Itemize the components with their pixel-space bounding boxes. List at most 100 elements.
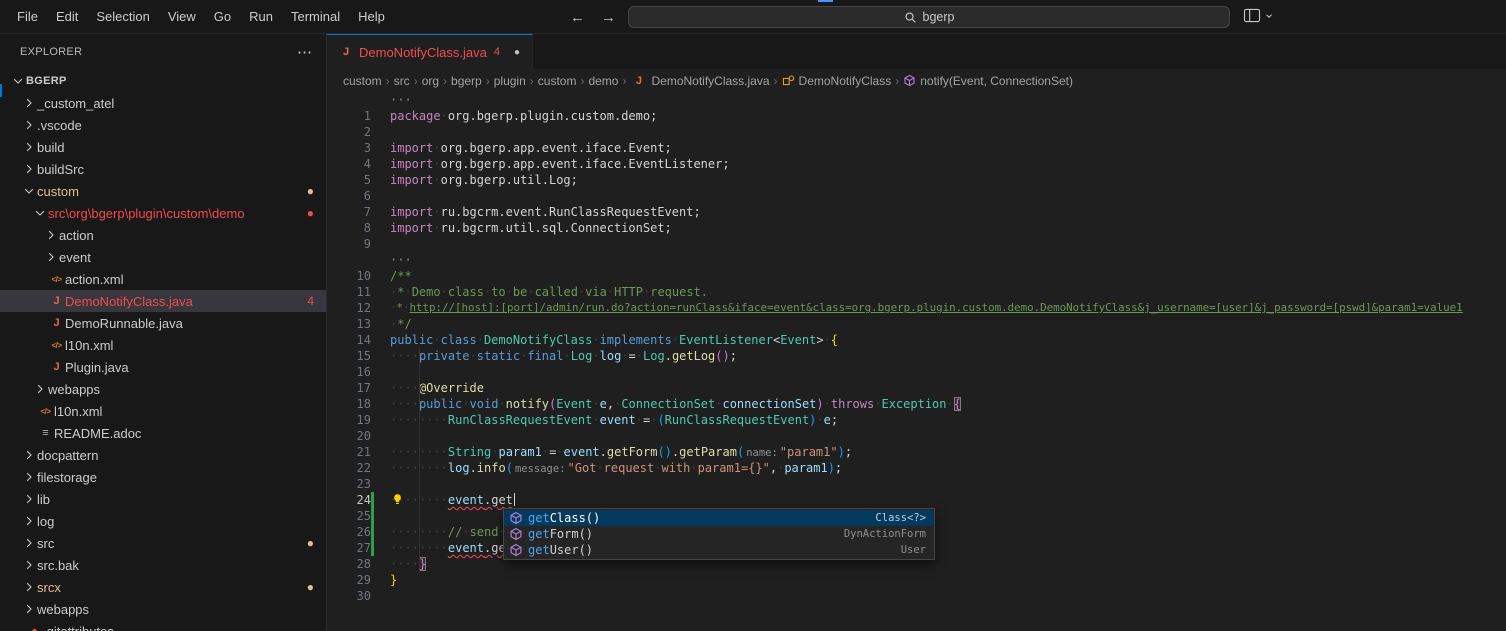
breadcrumb-item-custom[interactable]: custom [538,74,577,88]
code-line-20[interactable]: 20 [327,428,1506,444]
code-line-12[interactable]: 12·*·http://[host]:[port]/admin/run.do?a… [327,300,1506,316]
tree-item-event[interactable]: event [0,246,326,268]
tree-item-demonotifyclass-java[interactable]: JDemoNotifyClass.java4 [0,290,326,312]
code-line-9[interactable]: 9 [327,236,1506,252]
gutter-decoration [371,124,390,140]
modified-indicator[interactable]: ● [514,47,520,58]
tree-item-gitattributes[interactable]: ◆.gitattributes [0,620,326,631]
tree-item-l10n-xml[interactable]: </>l10n.xml [0,400,326,422]
code-line-1[interactable]: 1package·org.bgerp.plugin.custom.demo; [327,108,1506,124]
code-line-4[interactable]: 4import·org.bgerp.app.event.iface.EventL… [327,156,1506,172]
java-file-icon: J [630,75,647,87]
breadcrumb-item-bgerp[interactable]: bgerp [451,74,482,88]
code-editor[interactable]: ···1package·org.bgerp.plugin.custom.demo… [327,92,1506,604]
tree-item-filestorage[interactable]: filestorage [0,466,326,488]
tree-item-log[interactable]: log [0,510,326,532]
code-line-3[interactable]: 3import·org.bgerp.app.event.iface.Event; [327,140,1506,156]
code-line-10[interactable]: 10/** [327,268,1506,284]
breadcrumb-item-plugin[interactable]: plugin [494,74,526,88]
tree-item-bgerp[interactable]: BGERP [0,70,326,92]
tree-item-label: custom [37,184,79,199]
forward-button[interactable]: → [601,9,616,26]
code-line-23[interactable]: 23 [327,476,1506,492]
code-line-fold[interactable]: ··· [327,92,1506,108]
breadcrumb-item-custom[interactable]: custom [343,74,382,88]
tree-item-buildsrc[interactable]: buildSrc [0,158,326,180]
editor-tab[interactable]: JDemoNotifyClass.java4● [327,34,533,69]
breadcrumb-item-demonotifyclass[interactable]: DemoNotifyClass [782,74,892,88]
menu-view[interactable]: View [159,6,205,28]
code-text: ·*·Demo·class·to·be·called·via·HTTP·requ… [390,284,708,300]
menu-selection[interactable]: Selection [87,6,158,28]
chevron-right-icon [21,469,37,485]
tree-item-readme-adoc[interactable]: ≡README.adoc [0,422,326,444]
breadcrumb-item-demonotifyclass-java[interactable]: JDemoNotifyClass.java [630,74,769,88]
breadcrumb-label: custom [538,74,577,88]
code-text: ····} [390,556,426,572]
code-line-5[interactable]: 5import·org.bgerp.util.Log; [327,172,1506,188]
code-text: package·org.bgerp.plugin.custom.demo; [390,108,657,124]
breadcrumb-item-demo[interactable]: demo [588,74,618,88]
suggest-item-getform[interactable]: getForm()DynActionForm [504,526,934,542]
gutter-decoration [371,284,390,300]
breadcrumb-item-src[interactable]: src [394,74,410,88]
gutter-decoration [371,428,390,444]
tree-item-action[interactable]: action [0,224,326,246]
editor-area: JDemoNotifyClass.java4● custom›src›org›b… [327,34,1506,631]
breadcrumb-separator: › [580,74,584,88]
gutter-decoration [371,364,390,380]
lightbulb-icon[interactable] [391,493,404,510]
method-symbol-icon [509,543,528,557]
code-line-14[interactable]: 14public·class·DemoNotifyClass·implement… [327,332,1506,348]
tree-item-webapps[interactable]: webapps [0,598,326,620]
code-line-17[interactable]: 17····@Override [327,380,1506,396]
tree-item-src-org-bgerp-plugin-custom-demo[interactable]: src\org\bgerp\plugin\custom\demo● [0,202,326,224]
tree-item-webapps[interactable]: webapps [0,378,326,400]
tree-item-demorunnable-java[interactable]: JDemoRunnable.java [0,312,326,334]
code-line-18[interactable]: 18····public·void·notify(Event·e,·Connec… [327,396,1506,412]
menu-file[interactable]: File [8,6,47,28]
tree-item-custom[interactable]: custom● [0,180,326,202]
code-line-fold[interactable]: ··· [327,252,1506,268]
tree-item-build[interactable]: build [0,136,326,158]
tree-item-action-xml[interactable]: </>action.xml [0,268,326,290]
code-line-2[interactable]: 2 [327,124,1506,140]
tree-item-vscode[interactable]: .vscode [0,114,326,136]
menu-help[interactable]: Help [349,6,394,28]
code-line-7[interactable]: 7import·ru.bgcrm.event.RunClassRequestEv… [327,204,1506,220]
tree-item-l10n-xml[interactable]: </>l10n.xml [0,334,326,356]
code-line-8[interactable]: 8import·ru.bgcrm.util.sql.ConnectionSet; [327,220,1506,236]
tree-item-lib[interactable]: lib [0,488,326,510]
tree-item-label: .vscode [37,118,82,133]
code-line-24[interactable]: 24········event.get [327,492,1506,508]
menu-terminal[interactable]: Terminal [282,6,349,28]
command-center-search[interactable]: bgerp [628,6,1230,28]
tree-item-custom-atel[interactable]: _custom_atel [0,92,326,114]
line-number: 2 [327,124,371,140]
explorer-more-actions-button[interactable]: ⋯ [297,43,312,61]
code-line-21[interactable]: 21········String·param1·=·event.getForm(… [327,444,1506,460]
code-line-22[interactable]: 22········log.info(message:"Got·request·… [327,460,1506,476]
menu-run[interactable]: Run [240,6,282,28]
code-line-15[interactable]: 15····private·static·final·Log·log·=·Log… [327,348,1506,364]
code-line-6[interactable]: 6 [327,188,1506,204]
tree-item-srcx[interactable]: srcx● [0,576,326,598]
back-button[interactable]: ← [570,9,585,26]
menu-edit[interactable]: Edit [47,6,87,28]
breadcrumb-item-org[interactable]: org [422,74,439,88]
suggest-item-getuser[interactable]: getUser()User [504,542,934,558]
tree-item-src[interactable]: src● [0,532,326,554]
layout-button[interactable] [1243,8,1274,23]
code-line-11[interactable]: 11·*·Demo·class·to·be·called·via·HTTP·re… [327,284,1506,300]
breadcrumb-item-notify-event-connectionset[interactable]: notify(Event, ConnectionSet) [903,74,1073,88]
code-line-19[interactable]: 19········RunClassRequestEvent·event·=·(… [327,412,1506,428]
code-line-30[interactable]: 30 [327,588,1506,604]
menu-go[interactable]: Go [205,6,240,28]
code-line-29[interactable]: 29} [327,572,1506,588]
code-line-16[interactable]: 16 [327,364,1506,380]
suggest-item-getclass[interactable]: getClass()Class<?> [504,510,934,526]
code-line-13[interactable]: 13·*/ [327,316,1506,332]
tree-item-plugin-java[interactable]: JPlugin.java [0,356,326,378]
tree-item-src-bak[interactable]: src.bak [0,554,326,576]
tree-item-docpattern[interactable]: docpattern [0,444,326,466]
